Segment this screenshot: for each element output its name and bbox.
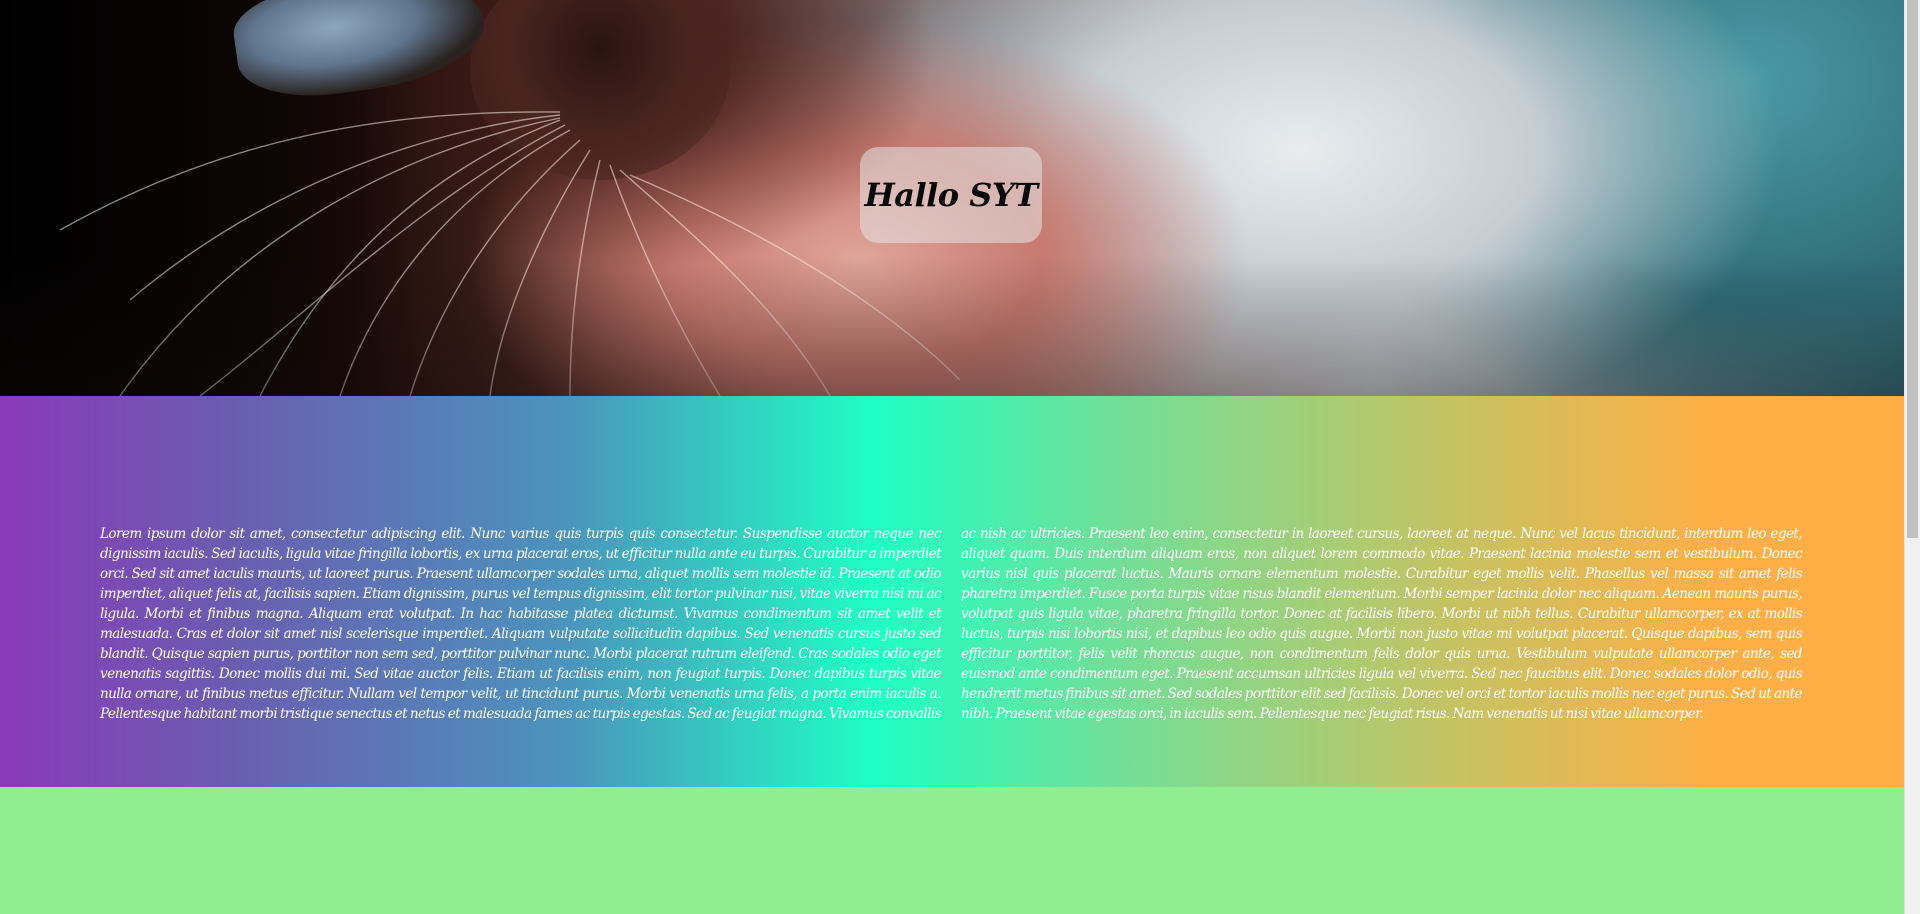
gradient-content-section: Lorem ipsum dolor sit amet, consectetur … — [0, 396, 1904, 787]
hero-title: Hallo SYT — [864, 176, 1038, 214]
green-footer-section — [0, 787, 1904, 914]
hero-image-bottom-shade — [0, 256, 1904, 396]
page: Hallo SYT Lorem ipsum dolor sit amet, co… — [0, 0, 1920, 914]
scrollbar-thumb[interactable] — [1907, 0, 1918, 538]
hero-title-card: Hallo SYT — [860, 147, 1042, 243]
lorem-ipsum-paragraph: Lorem ipsum dolor sit amet, consectetur … — [100, 525, 1803, 722]
vertical-scrollbar[interactable] — [1904, 0, 1920, 914]
hero-banner: Hallo SYT — [0, 0, 1904, 396]
